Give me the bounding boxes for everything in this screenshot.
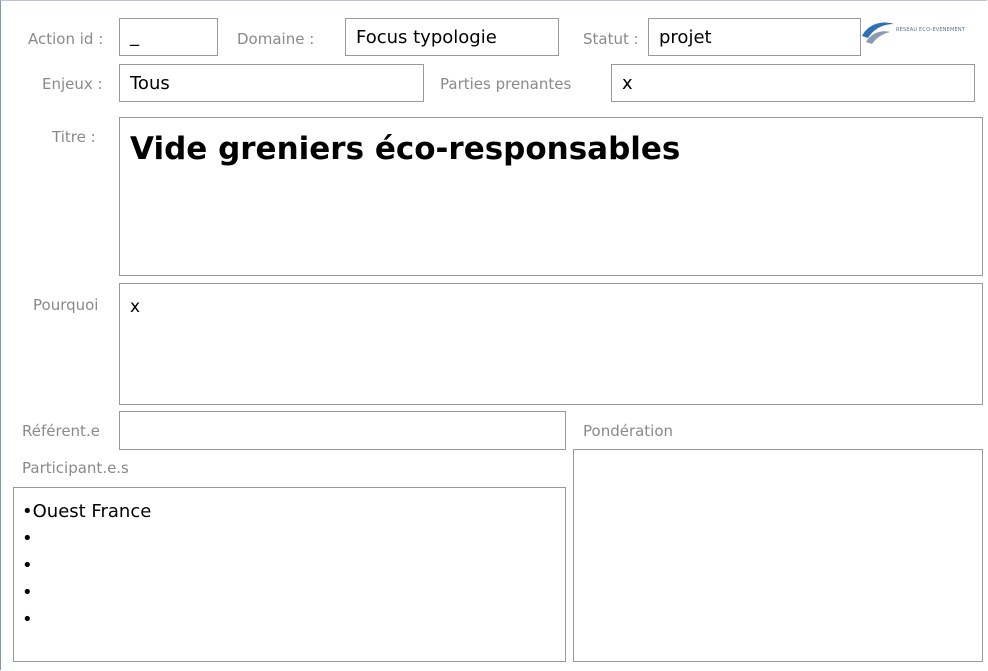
referent-label: Référent.e: [22, 422, 100, 440]
participants-field[interactable]: Ouest France: [13, 487, 566, 662]
statut-value: projet: [659, 27, 712, 48]
titre-label: Titre :: [52, 128, 96, 146]
statut-label: Statut :: [583, 30, 639, 48]
participant-item: [22, 579, 565, 606]
parties-prenantes-field[interactable]: x: [611, 64, 975, 102]
pourquoi-label: Pourquoi: [33, 296, 99, 314]
logo-text: RESEAU ECO-EVENEMENT: [896, 27, 966, 33]
participant-item: [22, 525, 565, 552]
participants-label: Participant.e.s: [22, 459, 129, 477]
parties-prenantes-value: x: [622, 73, 633, 94]
enjeux-value: Tous: [130, 73, 170, 94]
ponderation-field[interactable]: [573, 449, 983, 662]
referent-field[interactable]: [119, 411, 566, 450]
participants-list: Ouest France: [14, 488, 565, 633]
statut-field[interactable]: projet: [648, 18, 861, 56]
enjeux-label: Enjeux :: [42, 75, 103, 93]
action-id-field[interactable]: _: [119, 18, 218, 56]
participant-item: Ouest France: [22, 498, 565, 525]
participant-item: [22, 552, 565, 579]
participant-item: [22, 606, 565, 633]
action-id-label: Action id :: [28, 30, 104, 48]
reseau-eco-evenement-logo: [860, 18, 980, 50]
domaine-value: Focus typologie: [356, 27, 497, 48]
titre-value: Vide greniers éco-responsables: [130, 131, 681, 167]
domaine-field[interactable]: Focus typologie: [345, 18, 559, 56]
parties-prenantes-label: Parties prenantes: [440, 75, 572, 93]
pourquoi-value: x: [130, 297, 141, 317]
ponderation-label: Pondération: [583, 422, 674, 440]
pourquoi-field[interactable]: x: [119, 283, 983, 405]
titre-field[interactable]: Vide greniers éco-responsables: [119, 117, 983, 276]
logo-wave-icon: [862, 22, 894, 44]
enjeux-field[interactable]: Tous: [119, 64, 424, 102]
domaine-label: Domaine :: [237, 30, 315, 48]
action-id-value: _: [130, 26, 139, 47]
